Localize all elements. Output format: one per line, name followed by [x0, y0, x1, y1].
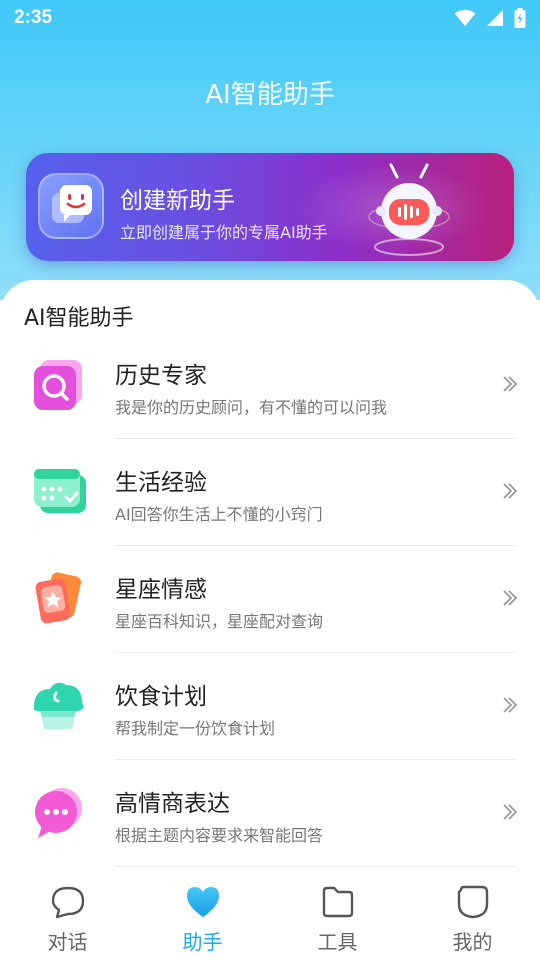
- chevron-right-icon: [503, 483, 518, 499]
- chat-bot-face-icon: [38, 173, 104, 239]
- section-title: AI智能助手: [24, 306, 134, 331]
- assistant-item-diet[interactable]: 饮食计划 帮我制定一份饮食计划: [0, 653, 540, 760]
- assistant-title: 生活经验: [115, 470, 207, 496]
- heart-icon: [186, 887, 219, 917]
- create-assistant-banner[interactable]: 创建新助手 立即创建属于你的专属AI助手: [26, 153, 514, 261]
- assistant-title: 星座情感: [115, 577, 207, 603]
- assistant-title: 历史专家: [115, 363, 207, 389]
- battery-charging-icon: [514, 8, 526, 28]
- tab-profile[interactable]: 我的: [405, 868, 540, 960]
- page-title: AI智能助手: [205, 80, 335, 110]
- status-bar: 2:35: [0, 0, 540, 36]
- tab-label: 我的: [452, 930, 493, 954]
- assistant-title: 高情商表达: [115, 791, 230, 817]
- wifi-icon: [454, 9, 476, 26]
- tab-label: 工具: [317, 930, 358, 954]
- chevron-right-icon: [503, 590, 518, 606]
- assistant-list: 历史专家 我是你的历史顾问，有不懂的可以问我 生活经验 AI回答你生活上不懂的小…: [0, 332, 540, 867]
- assistant-desc: 我是你的历史顾问，有不懂的可以问我: [115, 398, 388, 417]
- signal-icon: [487, 10, 503, 26]
- divider: [115, 866, 516, 867]
- tab-label: 助手: [182, 930, 223, 954]
- folder-icon: [322, 886, 353, 918]
- tab-label: 对话: [47, 930, 88, 954]
- assistant-desc: 帮我制定一份饮食计划: [115, 719, 276, 738]
- chevron-right-icon: [503, 697, 518, 713]
- speech-bubble-icon: [35, 788, 82, 838]
- chevron-right-icon: [503, 804, 518, 820]
- bottom-tab-bar: 对话 助手 工具 我的: [0, 868, 540, 960]
- chat-bubble-icon: [51, 886, 84, 919]
- banner-subtitle: 立即创建属于你的专属AI助手: [120, 223, 328, 242]
- tab-assistant[interactable]: 助手: [135, 868, 270, 960]
- assistant-panel: AI智能助手 历史专家 我是你的历史顾问，有不懂的可以问我 生活经验 AI回答你…: [0, 280, 540, 880]
- assistant-item-eq[interactable]: 高情商表达 根据主题内容要求来智能回答: [0, 760, 540, 867]
- food-cake-icon: [33, 682, 84, 729]
- assistant-title: 饮食计划: [115, 684, 207, 710]
- chevron-right-icon: [503, 376, 518, 392]
- robot-icon: [368, 163, 450, 256]
- assistant-desc: 根据主题内容要求来智能回答: [115, 826, 324, 845]
- tab-tools[interactable]: 工具: [270, 868, 405, 960]
- tab-chat[interactable]: 对话: [0, 868, 135, 960]
- assistant-item-life[interactable]: 生活经验 AI回答你生活上不懂的小窍门: [0, 439, 540, 546]
- life-calendar-icon: [34, 469, 86, 513]
- assistant-item-history[interactable]: 历史专家 我是你的历史顾问，有不懂的可以问我: [0, 332, 540, 439]
- history-search-icon: [34, 360, 82, 410]
- status-icons: [454, 8, 526, 28]
- assistant-item-horoscope[interactable]: 星座情感 星座百科知识，星座配对查询: [0, 546, 540, 653]
- assistant-desc: AI回答你生活上不懂的小窍门: [115, 505, 323, 524]
- profile-icon: [457, 885, 488, 919]
- star-card-icon: [35, 572, 81, 624]
- status-time: 2:35: [14, 7, 53, 28]
- banner-title: 创建新助手: [120, 188, 235, 214]
- assistant-desc: 星座百科知识，星座配对查询: [115, 612, 324, 631]
